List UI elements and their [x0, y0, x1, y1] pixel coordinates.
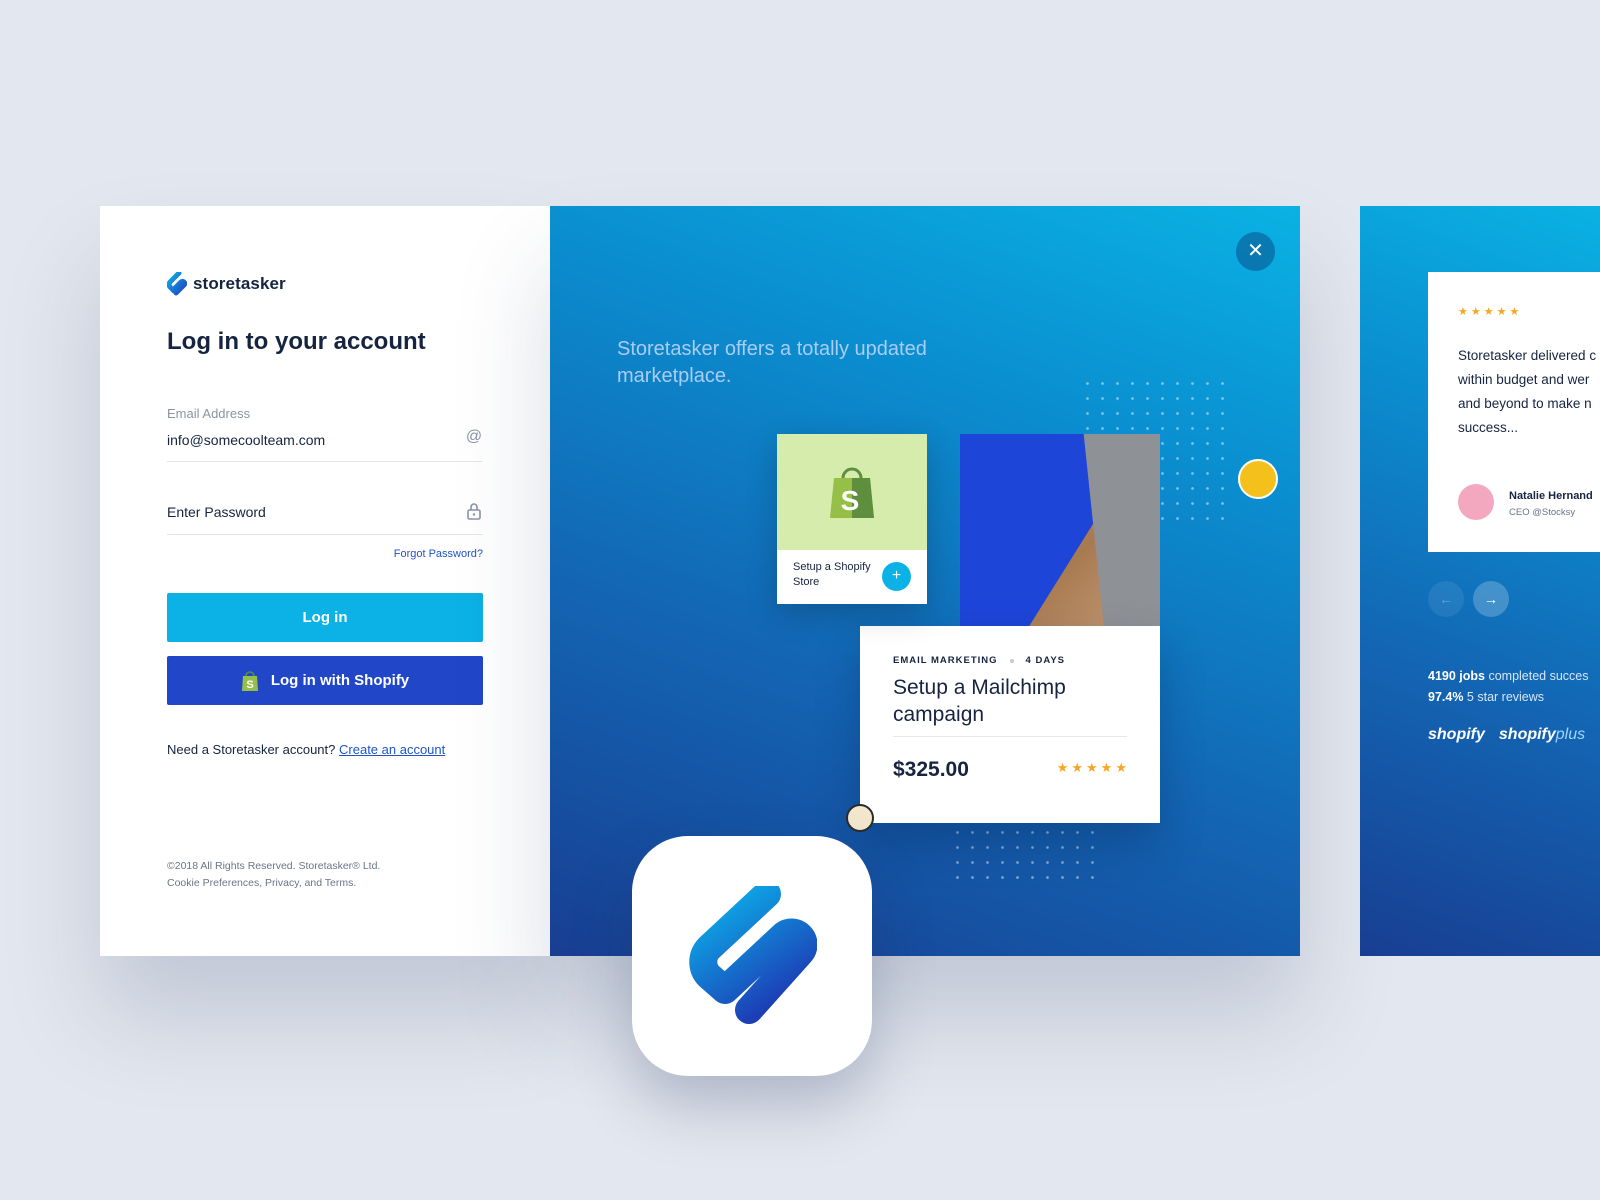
job-photo: [960, 434, 1160, 632]
app-icon: [632, 836, 872, 1076]
login-panel: storetasker Log in to your account Email…: [100, 206, 550, 956]
laptop-shape: [1083, 434, 1160, 632]
storetasker-logo-icon: [689, 886, 817, 1024]
testimonial-line: and beyond to make n: [1458, 396, 1592, 411]
signup-prompt: Need a Storetasker account? Create an ac…: [167, 742, 445, 757]
policy-links[interactable]: Cookie Preferences, Privacy, and Terms.: [167, 875, 380, 892]
star-rating: ★★★★★: [1056, 760, 1130, 775]
page-title: Log in to your account: [167, 328, 426, 355]
shopify-plus-word: shopify: [1498, 726, 1556, 743]
lock-icon: [465, 502, 483, 520]
shop-card-label: Setup a Shopify Store: [793, 561, 871, 588]
separator-dot: [1009, 658, 1014, 663]
create-account-link[interactable]: Create an account: [339, 742, 445, 757]
legal-footer: ©2018 All Rights Reserved. Storetasker® …: [167, 858, 380, 892]
stat-jobs-value: 4190 jobs: [1428, 669, 1485, 683]
testimonial-card: ★★★★★ Storetasker delivered c within bud…: [1428, 272, 1600, 552]
stat-reviews: 97.4% 5 star reviews: [1428, 690, 1544, 704]
avatar: [1458, 484, 1494, 520]
copyright-text: ©2018 All Rights Reserved. Storetasker® …: [167, 860, 381, 872]
brand-name: storetasker: [193, 274, 286, 293]
promo-tagline: Storetasker offers a totally updated mar…: [617, 338, 927, 387]
stat-jobs: 4190 jobs completed succes: [1428, 669, 1589, 683]
svg-text:S: S: [246, 679, 253, 691]
job-duration: 4 DAYS: [1025, 655, 1065, 666]
shopify-login-button[interactable]: S Log in with Shopify: [167, 656, 483, 705]
job-meta: EMAIL MARKETING 4 DAYS: [893, 655, 1065, 666]
shopify-plus-logo: shopifyplus: [1499, 726, 1585, 744]
divider: [893, 736, 1127, 737]
password-input[interactable]: Enter Password: [167, 504, 266, 520]
password-field[interactable]: Enter Password: [167, 482, 483, 535]
testimonial-role: CEO @Stocksy: [1509, 507, 1576, 518]
email-label: Email Address: [167, 406, 251, 421]
shopify-login-label: Log in with Shopify: [270, 672, 410, 689]
shopify-logo: shopify: [1428, 726, 1485, 743]
signup-text: Need a Storetasker account?: [167, 742, 336, 757]
job-category: EMAIL MARKETING: [893, 655, 998, 666]
arrow-right-icon[interactable]: →: [1473, 581, 1509, 617]
avatar: [1238, 459, 1278, 499]
shopify-store-card[interactable]: S Setup a Shopify Store +: [777, 434, 927, 604]
shop-card-image: S: [777, 434, 927, 550]
brand-logo[interactable]: storetasker: [167, 272, 286, 296]
login-button-label: Log in: [302, 609, 348, 626]
email-input[interactable]: info@somecoolteam.com: [167, 432, 325, 448]
partner-logos: shopify shopifyplus: [1428, 726, 1585, 744]
shopify-bag-icon: S: [241, 670, 258, 691]
storetasker-logo-icon: [167, 272, 187, 296]
testimonial-panel: ★★★★★ Storetasker delivered c within bud…: [1360, 206, 1600, 956]
shopify-bag-icon: S: [830, 467, 874, 518]
login-button[interactable]: Log in: [167, 593, 483, 642]
testimonial-line: within budget and wer: [1458, 372, 1590, 387]
job-title: Setup a Mailchimp campaign: [893, 676, 1066, 726]
testimonial-text: Storetasker delivered c within budget an…: [1458, 344, 1600, 440]
testimonial-name: Natalie Hernand: [1509, 490, 1593, 502]
arrow-left-icon[interactable]: ←: [1428, 581, 1464, 617]
stat-reviews-value: 97.4%: [1428, 690, 1464, 704]
testimonial-line: Storetasker delivered c: [1458, 348, 1597, 363]
email-field[interactable]: Email Address info@somecoolteam.com @: [167, 398, 483, 462]
close-icon[interactable]: ✕: [1236, 232, 1275, 271]
at-icon: @: [465, 428, 483, 445]
mailchimp-icon: [846, 804, 874, 832]
star-rating: ★★★★★: [1458, 306, 1523, 318]
stat-reviews-label: 5 star reviews: [1463, 690, 1545, 704]
svg-text:S: S: [841, 485, 860, 516]
forgot-password-link[interactable]: Forgot Password?: [394, 548, 483, 560]
stat-jobs-label: completed succes: [1484, 669, 1589, 683]
plus-icon[interactable]: +: [882, 562, 911, 591]
job-price: $325.00: [893, 758, 969, 781]
job-card[interactable]: EMAIL MARKETING 4 DAYS Setup a Mailchimp…: [860, 626, 1160, 823]
plus-word: plus: [1555, 726, 1586, 743]
testimonial-line: success...: [1458, 420, 1519, 435]
